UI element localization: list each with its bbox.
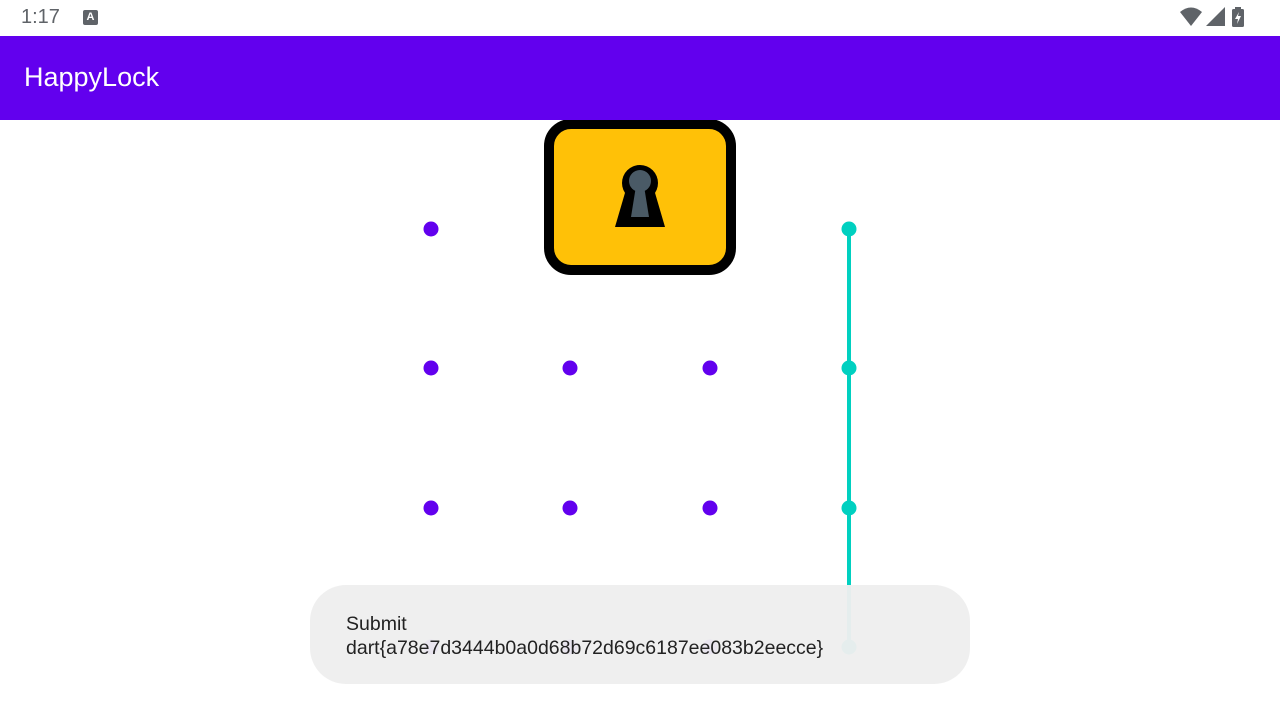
pattern-dot[interactable]	[423, 360, 439, 376]
status-bar: 1:17 A	[0, 0, 1280, 36]
wifi-icon	[1180, 7, 1202, 26]
signal-icon	[1206, 7, 1225, 26]
pattern-dot-active[interactable]	[841, 221, 857, 237]
padlock-keyhole-icon	[544, 120, 736, 275]
toast-text: Submit dart{a78e7d3444b0a0d68b72d69c6187…	[346, 613, 824, 659]
pattern-dot[interactable]	[423, 221, 439, 237]
app-title: HappyLock	[24, 62, 160, 92]
pattern-dot[interactable]	[702, 500, 718, 516]
app-bar	[0, 36, 1280, 120]
pattern-dot[interactable]	[562, 500, 578, 516]
pattern-dot-active[interactable]	[841, 500, 857, 516]
pattern-dot-active[interactable]	[841, 360, 857, 376]
toast-message: Submit dart{a78e7d3444b0a0d68b72d69c6187…	[310, 585, 970, 684]
pattern-dot[interactable]	[562, 360, 578, 376]
pattern-dot[interactable]	[702, 360, 718, 376]
pattern-dot[interactable]	[423, 500, 439, 516]
notification-icon: A	[83, 10, 98, 25]
status-time: 1:17	[21, 6, 60, 28]
battery-charging-icon	[1232, 7, 1244, 27]
